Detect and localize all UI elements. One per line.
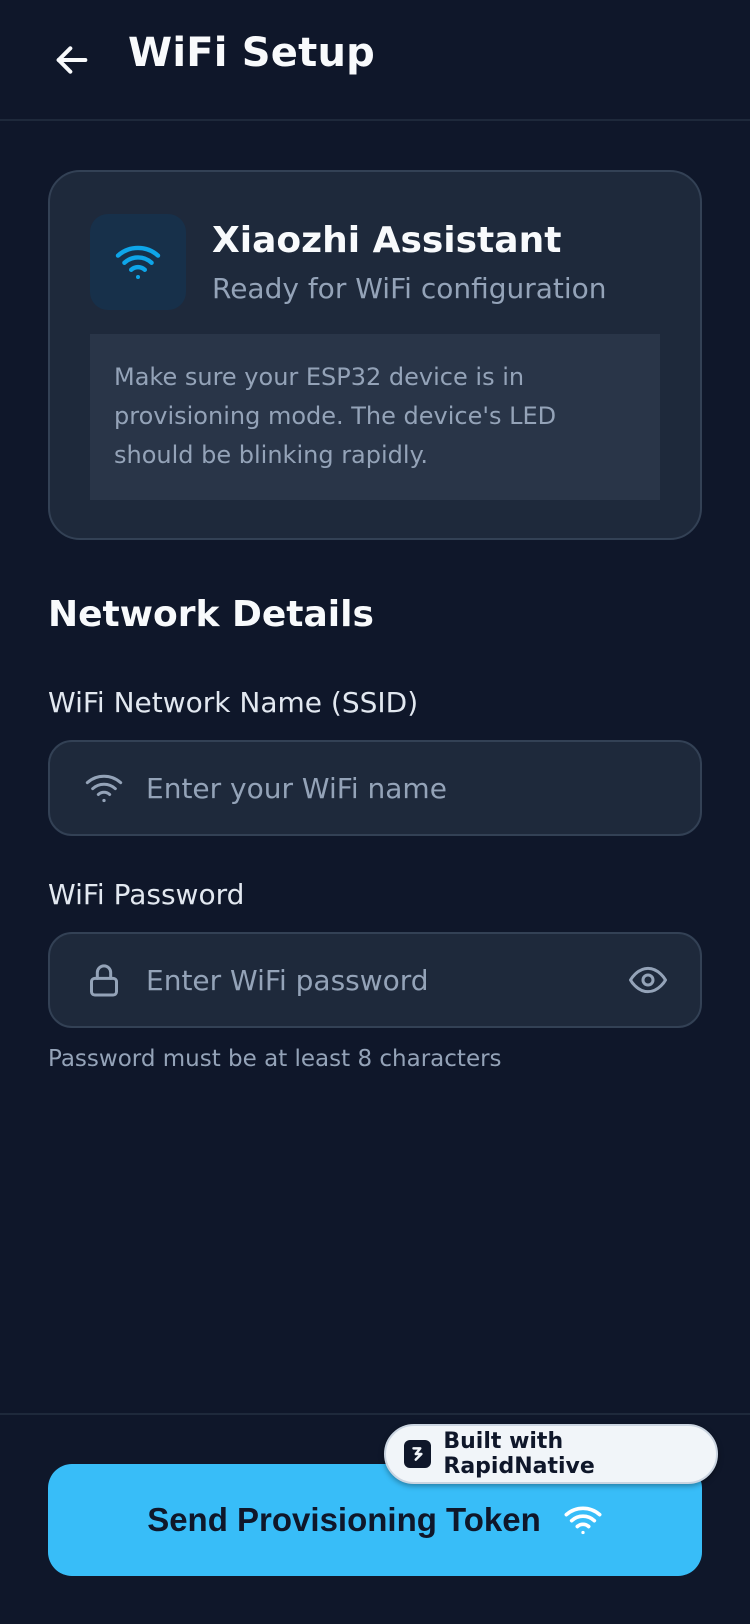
- password-hint: Password must be at least 8 characters: [48, 1046, 502, 1072]
- password-label: WiFi Password: [48, 878, 245, 911]
- password-input-container: [48, 932, 702, 1028]
- eye-icon: [629, 966, 667, 994]
- wifi-setup-screen: WiFi Setup Xiaozhi Assistant Ready for W…: [0, 0, 750, 1624]
- device-icon-container: [90, 214, 186, 310]
- toggle-password-visibility-button[interactable]: [626, 958, 670, 1002]
- provisioning-notice: Make sure your ESP32 device is in provis…: [90, 334, 660, 500]
- device-status: Ready for WiFi configuration: [212, 272, 607, 305]
- rapidnative-logo-icon: [404, 1440, 432, 1468]
- page-title: WiFi Setup: [128, 30, 375, 76]
- wifi-icon: [82, 766, 126, 810]
- ssid-input[interactable]: [146, 760, 586, 816]
- footer-divider: [0, 1413, 750, 1415]
- ssid-label: WiFi Network Name (SSID): [48, 686, 419, 719]
- password-input[interactable]: [146, 952, 586, 1008]
- lock-icon: [82, 958, 126, 1002]
- built-with-badge[interactable]: Built with RapidNative: [384, 1424, 718, 1484]
- ssid-input-container: [48, 740, 702, 836]
- wifi-icon: [115, 245, 161, 279]
- badge-label: Built with RapidNative: [443, 1429, 595, 1479]
- device-name: Xiaozhi Assistant: [212, 220, 562, 261]
- back-button[interactable]: [48, 36, 96, 84]
- device-card: Xiaozhi Assistant Ready for WiFi configu…: [48, 170, 702, 540]
- app-header: WiFi Setup: [0, 0, 750, 121]
- wifi-icon: [564, 1506, 602, 1535]
- send-button-label: Send Provisioning Token: [147, 1501, 541, 1538]
- arrow-left-icon: [56, 46, 88, 74]
- section-title: Network Details: [48, 594, 374, 635]
